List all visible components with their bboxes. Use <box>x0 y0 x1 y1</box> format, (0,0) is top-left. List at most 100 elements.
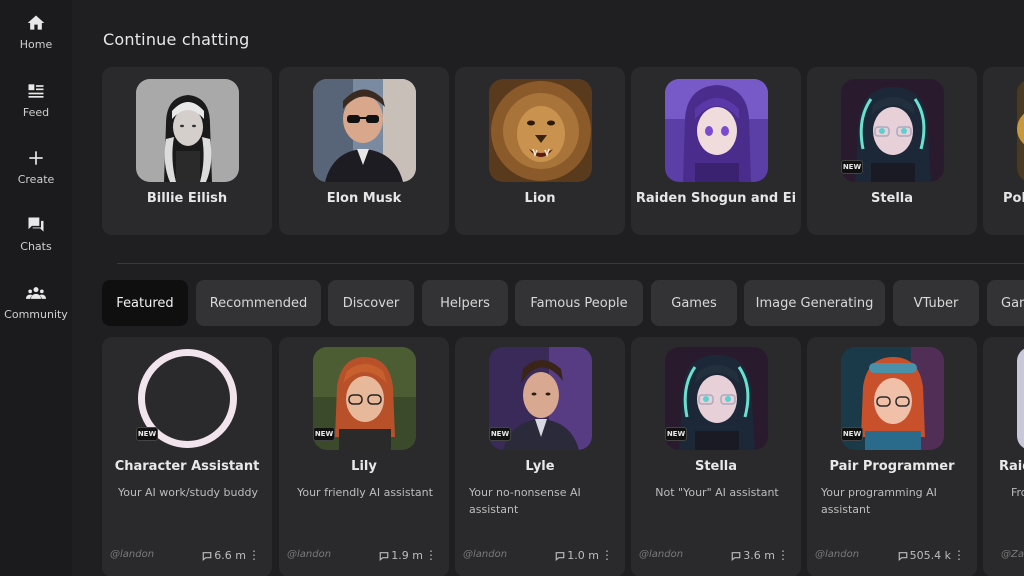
author-handle[interactable]: @landon <box>639 549 683 560</box>
nav-community-label: Community <box>4 308 68 321</box>
featured-card-description: Fro <box>1011 486 1024 499</box>
nav-community[interactable]: Community <box>0 282 72 338</box>
recent-card-billie-eilish[interactable]: Billie Eilish <box>102 67 272 235</box>
featured-card-description: Your friendly AI assistant <box>297 486 433 499</box>
recent-card-name: Raiden Shogun and Ei <box>635 191 797 206</box>
tab-vtuber[interactable]: VTuber <box>893 280 979 326</box>
nav-create-label: Create <box>17 173 55 186</box>
more-options-icon[interactable]: ⋮ <box>601 549 613 561</box>
new-badge: NEW <box>841 427 863 441</box>
recent-card-name: Pok <box>1003 191 1024 206</box>
featured-card-raid[interactable]: Raid Fro @Zap <box>983 337 1024 576</box>
featured-card-description: Not "Your" AI assistant <box>655 486 779 499</box>
category-tabs: Featured Recommended Discover Helpers Fa… <box>102 280 1024 326</box>
nav-feed[interactable]: Feed <box>0 80 72 136</box>
chat-count: 1.9 m <box>379 549 423 562</box>
chat-count: 1.0 m <box>555 549 599 562</box>
tab-helpers[interactable]: Helpers <box>422 280 508 326</box>
tab-famous-people[interactable]: Famous People <box>515 280 643 326</box>
author-handle[interactable]: @landon <box>463 549 507 560</box>
main-content: Continue chatting Billie Eilish Elon Mus… <box>72 0 1024 576</box>
avatar <box>489 79 592 182</box>
author-handle[interactable]: @landon <box>815 549 859 560</box>
chat-count-value: 1.0 m <box>567 549 599 562</box>
author-handle[interactable]: @Zap <box>1001 549 1024 560</box>
featured-card-pair-programmer[interactable]: NEW Pair Programmer Your programming AI … <box>807 337 977 576</box>
featured-card-meta: @landon 6.6 m ⋮ <box>110 549 264 565</box>
featured-card-name: Lyle <box>525 459 555 474</box>
nav-feed-label: Feed <box>22 106 50 119</box>
chat-bubble-icon <box>898 551 907 561</box>
new-badge: NEW <box>313 427 335 441</box>
more-options-icon[interactable]: ⋮ <box>953 549 965 561</box>
new-badge: NEW <box>841 160 863 174</box>
tab-games-2[interactable]: Gar <box>987 280 1024 326</box>
featured-card-name: Raid <box>999 459 1024 474</box>
recent-card-name: Elon Musk <box>326 191 402 206</box>
chat-count-value: 1.9 m <box>391 549 423 562</box>
chat-count: 6.6 m <box>202 549 246 562</box>
featured-card-name: Lily <box>351 459 377 474</box>
sidebar: Home Feed Create Chats Community <box>0 0 72 576</box>
featured-card-stella[interactable]: NEW Stella Not "Your" AI assistant @land… <box>631 337 801 576</box>
avatar <box>136 79 239 182</box>
featured-card-meta: @Zap <box>991 549 1024 565</box>
avatar <box>1017 347 1024 450</box>
continue-chatting-title: Continue chatting <box>103 30 250 49</box>
community-icon <box>25 282 47 304</box>
tab-recommended[interactable]: Recommended <box>196 280 321 326</box>
featured-card-lyle[interactable]: NEW Lyle Your no-nonsense AI assistant @… <box>455 337 625 576</box>
recent-card-name: Stella <box>870 191 914 206</box>
avatar <box>665 79 768 182</box>
recent-card-lion[interactable]: Lion <box>455 67 625 235</box>
featured-card-character-assistant[interactable]: NEW Character Assistant Your AI work/stu… <box>102 337 272 576</box>
tab-image-generating[interactable]: Image Generating <box>744 280 885 326</box>
recent-card-name: Billie Eilish <box>146 191 228 206</box>
featured-card-name: Stella <box>694 459 738 474</box>
tab-featured[interactable]: Featured <box>102 280 188 326</box>
recent-card-raiden-shogun-and-ei[interactable]: Raiden Shogun and Ei <box>631 67 801 235</box>
more-options-icon[interactable]: ⋮ <box>248 549 260 561</box>
featured-card-description: Your no-nonsense AI assistant <box>469 486 581 516</box>
chat-count-value: 3.6 m <box>743 549 775 562</box>
featured-card-lily[interactable]: NEW Lily Your friendly AI assistant @lan… <box>279 337 449 576</box>
chat-bubble-icon <box>731 551 741 561</box>
featured-characters-row: NEW Character Assistant Your AI work/stu… <box>102 337 1024 576</box>
chat-count: 3.6 m <box>731 549 775 562</box>
featured-card-name: Character Assistant <box>114 459 260 474</box>
chat-icon <box>25 214 47 236</box>
featured-card-description: Your programming AI assistant <box>821 486 937 516</box>
new-badge: NEW <box>136 427 158 441</box>
feed-icon <box>25 80 47 102</box>
nav-create[interactable]: Create <box>0 147 72 203</box>
avatar <box>313 79 416 182</box>
recent-characters-row: Billie Eilish Elon Musk Lion Raiden Shog… <box>102 67 1024 235</box>
section-divider <box>117 263 1024 264</box>
chat-bubble-icon <box>379 551 389 561</box>
featured-card-meta: @landon 1.0 m ⋮ <box>463 549 617 565</box>
new-badge: NEW <box>665 427 687 441</box>
featured-card-meta: @landon 505.4 k ⋮ <box>815 549 969 565</box>
recent-card-pok[interactable]: Pok <box>983 67 1024 235</box>
featured-card-description: Your AI work/study buddy <box>117 486 258 499</box>
new-badge: NEW <box>489 427 511 441</box>
plus-icon <box>25 147 47 169</box>
nav-home-label: Home <box>19 38 53 51</box>
chat-count: 505.4 k <box>898 549 951 562</box>
chat-count-value: 6.6 m <box>214 549 246 562</box>
tab-games[interactable]: Games <box>651 280 737 326</box>
more-options-icon[interactable]: ⋮ <box>777 549 789 561</box>
nav-chats[interactable]: Chats <box>0 214 72 270</box>
more-options-icon[interactable]: ⋮ <box>425 549 437 561</box>
nav-home[interactable]: Home <box>0 12 72 68</box>
home-icon <box>25 12 47 34</box>
featured-card-meta: @landon 1.9 m ⋮ <box>287 549 441 565</box>
featured-card-meta: @landon 3.6 m ⋮ <box>639 549 793 565</box>
recent-card-stella[interactable]: NEW Stella <box>807 67 977 235</box>
tab-discover[interactable]: Discover <box>328 280 414 326</box>
author-handle[interactable]: @landon <box>110 549 154 560</box>
recent-card-elon-musk[interactable]: Elon Musk <box>279 67 449 235</box>
featured-card-name: Pair Programmer <box>829 459 955 474</box>
nav-chats-label: Chats <box>20 240 52 253</box>
author-handle[interactable]: @landon <box>287 549 331 560</box>
